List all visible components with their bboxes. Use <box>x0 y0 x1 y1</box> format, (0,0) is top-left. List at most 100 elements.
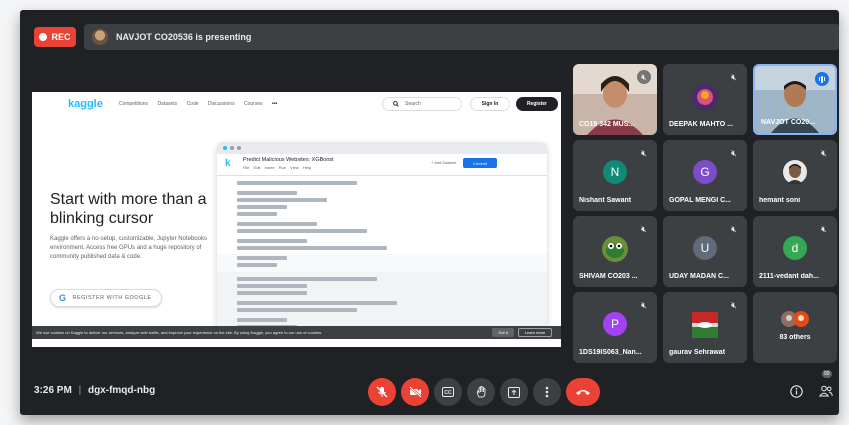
people-icon <box>819 385 833 397</box>
participant-tile[interactable]: 🔇︎ SHIVAM CO203 ... <box>573 216 657 287</box>
search-icon <box>393 101 399 107</box>
people-count-badge: 99 <box>822 370 832 378</box>
shared-screen[interactable]: kaggle Competitions Datasets Code Discus… <box>32 92 561 347</box>
muted-icon: 🔇︎ <box>731 223 737 234</box>
leave-call-button[interactable] <box>566 378 600 406</box>
register-with-google-button[interactable]: G REGISTER WITH GOOGLE <box>50 289 162 307</box>
participant-name: GOPAL MENGI C... <box>669 197 731 204</box>
avatar <box>602 236 628 262</box>
participant-name: 1DS19IS063_Nan... <box>579 349 642 356</box>
nav-datasets[interactable]: Datasets <box>157 101 177 107</box>
participant-tile[interactable]: d 🔇︎ 2111-vedant dah... <box>753 216 837 287</box>
others-tile[interactable]: 83 others <box>753 292 837 363</box>
notebook-header: k Predict Malicious Websites: XGBoost Fi… <box>217 154 547 176</box>
participant-tile[interactable]: NAVJOT CO20... <box>753 64 837 135</box>
info-icon <box>789 384 803 398</box>
muted-icon: 🔇︎ <box>641 147 647 158</box>
hero-subtitle: Kaggle offers a no-setup, customizable, … <box>50 236 207 260</box>
presenting-banner[interactable]: NAVJOT CO20536 is presenting <box>84 24 839 50</box>
hand-icon <box>476 386 485 398</box>
hero-title: Start with more than a blinking cursor <box>50 191 207 227</box>
nav-more[interactable]: ••• <box>272 101 277 107</box>
participant-tile[interactable]: G 🔇︎ GOPAL MENGI C... <box>663 140 747 211</box>
bottom-bar: 3:26 PM | dgx-fmqd-nbg CC 99 <box>20 368 839 415</box>
participant-tile[interactable]: N 🔇︎ Nishant Sawant <box>573 140 657 211</box>
muted-icon: 🔇︎ <box>731 299 737 310</box>
cookie-text: We use cookies on Kaggle to deliver our … <box>36 330 323 335</box>
participant-tile[interactable]: 🔇︎ DEEPAK MAHTO ... <box>663 64 747 135</box>
nav-courses[interactable]: Courses <box>244 101 263 107</box>
participant-tile[interactable]: 🔇︎ gaurav Sehrawat <box>663 292 747 363</box>
notebook-title: Predict Malicious Websites: XGBoost <box>243 157 334 163</box>
notebook-menu: File Edit Insert Run View Help <box>243 165 312 170</box>
camera-off-button[interactable] <box>401 378 429 406</box>
muted-icon: 🔇︎ <box>641 299 647 310</box>
presenting-text: NAVJOT CO20536 is presenting <box>116 32 252 42</box>
cookie-got-it-button[interactable]: Got it <box>492 328 514 337</box>
avatar: U <box>693 236 717 260</box>
present-screen-icon <box>508 386 520 398</box>
add-dataset-link: + Add Dataset <box>431 160 457 165</box>
cookie-learn-more-button[interactable]: Learn more <box>518 328 552 337</box>
search-placeholder: Search <box>405 101 421 107</box>
captions-button[interactable]: CC <box>434 378 462 406</box>
avatar: G <box>693 160 717 184</box>
notebook-window-bar <box>217 142 547 154</box>
meet-window: REC NAVJOT CO20536 is presenting kaggle … <box>20 10 839 415</box>
record-dot-icon <box>39 33 48 41</box>
muted-icon: 🔇︎ <box>641 223 647 234</box>
nav-discussions[interactable]: Discussions <box>208 101 235 107</box>
camera-off-icon <box>408 386 422 398</box>
kaggle-search[interactable]: Search <box>382 97 462 111</box>
present-now-button[interactable] <box>500 378 528 406</box>
cookie-banner: We use cookies on Kaggle to deliver our … <box>32 326 561 339</box>
avatar <box>692 312 718 338</box>
raise-hand-button[interactable] <box>467 378 495 406</box>
more-vert-icon <box>545 386 549 398</box>
muted-icon: 🔇︎ <box>821 223 827 234</box>
participant-name: NAVJOT CO20... <box>761 119 815 126</box>
top-bar: REC NAVJOT CO20536 is presenting <box>20 10 839 56</box>
recording-label: REC <box>51 32 71 42</box>
notebook-preview: k Predict Malicious Websites: XGBoost Fi… <box>217 142 547 332</box>
participant-name: hemant soni <box>759 197 801 204</box>
participant-tile[interactable]: 🔇︎ CO19 342 MUS... <box>573 64 657 135</box>
sign-in-button[interactable]: Sign In <box>470 97 510 111</box>
svg-text:CC: CC <box>444 390 452 396</box>
recording-badge: REC <box>34 27 76 47</box>
avatar <box>783 160 807 184</box>
presenter-avatar <box>92 29 108 45</box>
nav-competitions[interactable]: Competitions <box>119 101 148 107</box>
kaggle-header: kaggle Competitions Datasets Code Discus… <box>32 92 561 116</box>
google-icon: G <box>59 293 67 303</box>
separator: | <box>78 385 82 396</box>
commit-button: Commit <box>463 158 497 168</box>
mic-off-icon <box>376 386 388 398</box>
google-button-label: REGISTER WITH GOOGLE <box>72 295 152 301</box>
participant-name: CO19 342 MUS... <box>579 121 635 128</box>
participant-name: gaurav Sehrawat <box>669 349 726 356</box>
code-cell <box>217 176 547 267</box>
hang-up-icon <box>576 390 590 395</box>
kaggle-logo[interactable]: kaggle <box>68 98 103 110</box>
kaggle-nav: Competitions Datasets Code Discussions C… <box>119 101 285 107</box>
participant-name: DEEPAK MAHTO ... <box>669 121 733 128</box>
meeting-code: dgx-fmqd-nbg <box>87 385 156 396</box>
participant-name: SHIVAM CO203 ... <box>579 273 638 280</box>
people-button[interactable] <box>817 382 835 400</box>
code-cell-active <box>217 272 547 332</box>
participant-tile[interactable]: U 🔇︎ UDAY MADAN C... <box>663 216 747 287</box>
more-options-button[interactable] <box>533 378 561 406</box>
avatar <box>692 84 718 110</box>
register-button[interactable]: Register <box>516 97 558 111</box>
meeting-details-button[interactable] <box>787 382 805 400</box>
participant-tile[interactable]: 🔇︎ hemant soni <box>753 140 837 211</box>
nav-code[interactable]: Code <box>187 101 199 107</box>
mic-off-button[interactable] <box>368 378 396 406</box>
participant-tile[interactable]: P 🔇︎ 1DS19IS063_Nan... <box>573 292 657 363</box>
avatar: d <box>783 236 807 260</box>
participant-name: 2111-vedant dah... <box>759 273 819 280</box>
others-avatars <box>781 311 809 327</box>
closed-captions-icon: CC <box>442 387 454 397</box>
participant-name: Nishant Sawant <box>579 197 632 204</box>
